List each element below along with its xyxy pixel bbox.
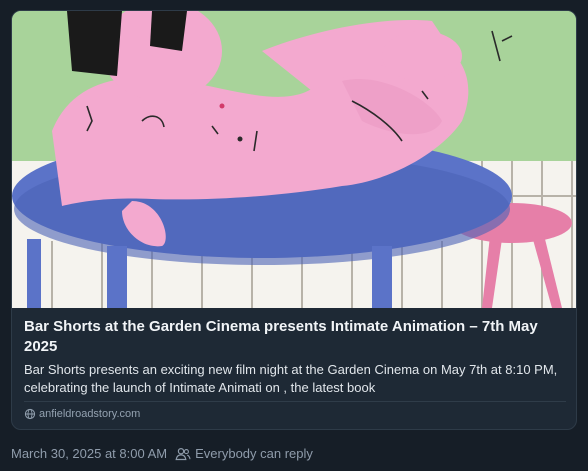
illustration-image: [12, 11, 576, 308]
link-card[interactable]: Bar Shorts at the Garden Cinema presents…: [11, 10, 577, 430]
link-card-domain[interactable]: anfieldroadstory.com: [24, 408, 140, 420]
post-footer: March 30, 2025 at 8:00 AM Everybody can …: [11, 446, 313, 461]
divider: [24, 401, 566, 402]
reply-setting[interactable]: Everybody can reply: [175, 446, 313, 461]
link-card-title[interactable]: Bar Shorts at the Garden Cinema presents…: [24, 317, 559, 357]
reply-setting-label: Everybody can reply: [195, 446, 313, 461]
link-card-description: Bar Shorts presents an exciting new film…: [24, 362, 558, 395]
globe-icon: [24, 408, 36, 420]
link-card-image[interactable]: [12, 11, 576, 308]
link-card-meta: Bar Shorts at the Garden Cinema presents…: [12, 308, 576, 429]
post-timestamp[interactable]: March 30, 2025 at 8:00 AM: [11, 446, 167, 461]
people-icon: [175, 447, 191, 461]
domain-text: anfieldroadstory.com: [39, 408, 141, 420]
